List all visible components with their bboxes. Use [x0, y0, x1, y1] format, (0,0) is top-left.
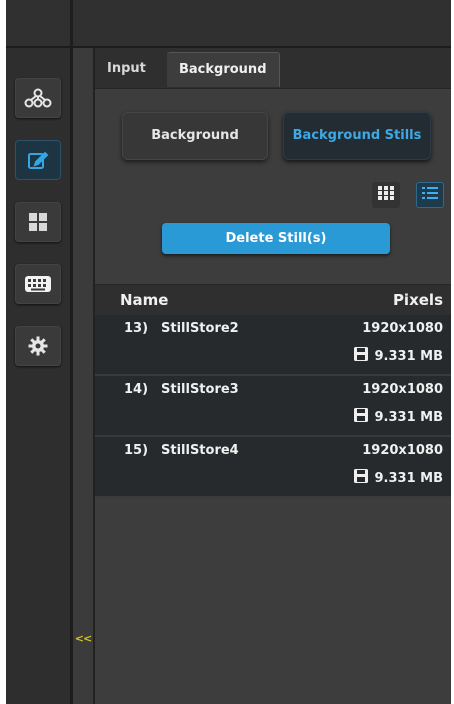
still-name: StillStore4	[161, 443, 239, 458]
nav-settings-button[interactable]	[15, 326, 61, 366]
column-header-pixels[interactable]: Pixels	[393, 285, 443, 315]
keyboard-icon	[23, 273, 53, 295]
collapse-strip: <<	[73, 48, 95, 704]
top-bar	[6, 0, 451, 48]
nav-grid-button[interactable]	[15, 202, 61, 242]
tab-input[interactable]: Input	[95, 52, 158, 86]
column-header-name[interactable]: Name	[120, 285, 168, 315]
grid-view-icon	[377, 185, 395, 205]
list-view-icon	[421, 185, 439, 205]
background-mode-button[interactable]: Background	[122, 112, 268, 160]
row-index: 13)	[124, 321, 149, 336]
still-resolution: 1920x1080	[362, 382, 443, 397]
save-disk-icon	[353, 346, 369, 366]
nav-network-button[interactable]	[15, 78, 61, 118]
table-row[interactable]: 13) StillStore2 1920x1080 9.331 MB	[95, 315, 451, 376]
still-resolution: 1920x1080	[362, 443, 443, 458]
still-name: StillStore2	[161, 321, 239, 336]
save-disk-icon	[353, 407, 369, 427]
row-index: 15)	[124, 443, 149, 458]
still-file-size: 9.331 MB	[374, 348, 444, 364]
nav-rail	[6, 48, 73, 704]
nav-edit-button[interactable]	[15, 140, 61, 180]
top-bar-left-cell	[6, 0, 73, 46]
background-stills-mode-button[interactable]: Background Stills	[283, 112, 431, 160]
network-icon	[23, 87, 53, 109]
main-panel: Input Background Background Background S…	[95, 48, 451, 704]
table-header: Name Pixels	[95, 284, 451, 315]
gear-icon	[27, 335, 49, 357]
still-size-group: 9.331 MB	[353, 407, 444, 427]
grid-view-button[interactable]	[372, 182, 400, 208]
tab-bar: Input Background	[95, 48, 451, 89]
table-row[interactable]: 15) StillStore4 1920x1080 9.331 MB	[95, 437, 451, 498]
edit-icon	[27, 149, 49, 171]
still-size-group: 9.331 MB	[353, 468, 444, 488]
nav-keyboard-button[interactable]	[15, 264, 61, 304]
grid-icon	[27, 211, 49, 233]
row-index: 14)	[124, 382, 149, 397]
app-window: << Input Background Background Backgroun…	[6, 0, 451, 704]
still-file-size: 9.331 MB	[374, 409, 444, 425]
tab-background[interactable]: Background	[167, 52, 280, 87]
collapse-panel-button[interactable]: <<	[73, 632, 93, 645]
save-disk-icon	[353, 468, 369, 488]
stills-list: 13) StillStore2 1920x1080 9.331 MB 14) S…	[95, 315, 451, 498]
delete-stills-button[interactable]: Delete Still(s)	[162, 223, 390, 254]
still-resolution: 1920x1080	[362, 321, 443, 336]
still-size-group: 9.331 MB	[353, 346, 444, 366]
still-file-size: 9.331 MB	[374, 470, 444, 486]
table-row[interactable]: 14) StillStore3 1920x1080 9.331 MB	[95, 376, 451, 437]
still-name: StillStore3	[161, 382, 239, 397]
list-view-button[interactable]	[416, 182, 444, 208]
